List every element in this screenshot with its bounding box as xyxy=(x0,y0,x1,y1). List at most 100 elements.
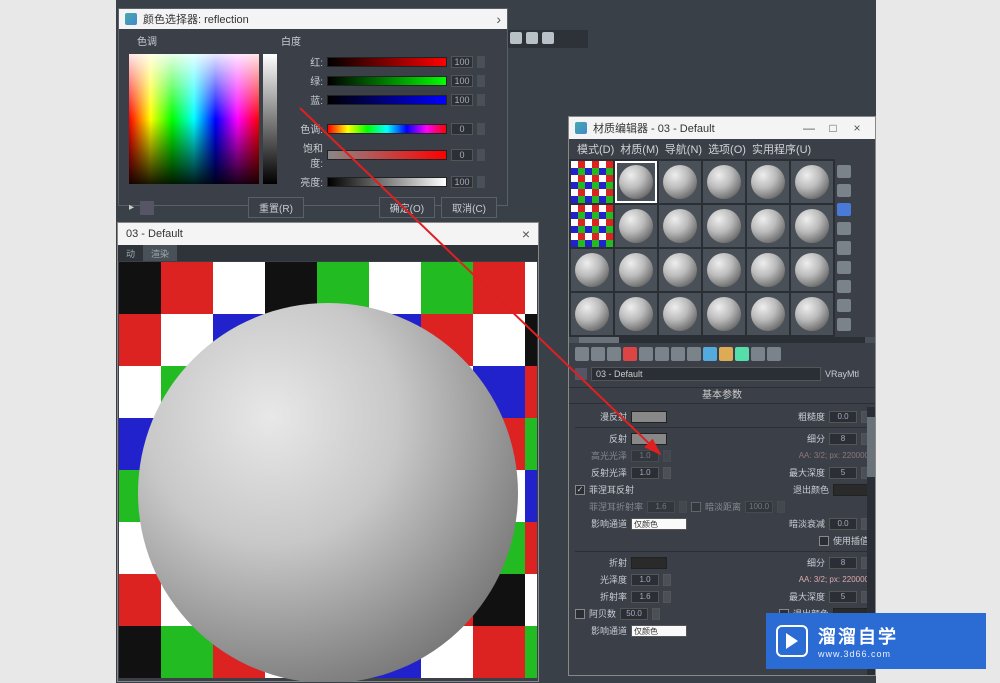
get-material-icon[interactable] xyxy=(575,347,589,361)
rglossy2-spinner[interactable] xyxy=(663,574,671,586)
material-slot[interactable] xyxy=(571,293,613,335)
material-slot-selected[interactable] xyxy=(615,161,657,203)
material-slot[interactable] xyxy=(659,249,701,291)
close-icon[interactable]: × xyxy=(522,226,530,242)
toolbar-icon[interactable] xyxy=(542,32,554,44)
red-spinner[interactable] xyxy=(477,56,485,68)
sat-value[interactable]: 0 xyxy=(451,149,473,161)
exitcolor-swatch[interactable] xyxy=(833,484,869,496)
options-icon[interactable] xyxy=(837,280,851,293)
material-slot[interactable] xyxy=(703,205,745,247)
reset-button[interactable]: 重置(R) xyxy=(248,197,304,218)
subdiv-value[interactable]: 8 xyxy=(829,433,857,445)
rglossy-value[interactable]: 1.0 xyxy=(631,467,659,479)
whiteness-slider[interactable] xyxy=(263,54,277,184)
useinterp-checkbox[interactable] xyxy=(819,536,829,546)
show-in-viewport-icon[interactable] xyxy=(703,347,717,361)
material-slot[interactable] xyxy=(659,205,701,247)
put-to-scene-icon[interactable] xyxy=(591,347,605,361)
make-unique-icon[interactable] xyxy=(655,347,669,361)
val-value[interactable]: 100 xyxy=(451,176,473,188)
maxdepth-value[interactable]: 5 xyxy=(829,467,857,479)
material-editor-titlebar[interactable]: 材质编辑器 - 03 - Default — □ × xyxy=(569,117,875,139)
hilight-value[interactable]: 1.0 xyxy=(631,450,659,462)
fior-spinner[interactable] xyxy=(679,501,687,513)
material-slot[interactable] xyxy=(703,249,745,291)
assign-icon[interactable] xyxy=(607,347,621,361)
rglossy-spinner[interactable] xyxy=(663,467,671,479)
material-slot[interactable] xyxy=(703,293,745,335)
dimdist-checkbox[interactable] xyxy=(691,502,701,512)
menu-options[interactable]: 选项(O) xyxy=(706,141,748,157)
abbe-checkbox[interactable] xyxy=(575,609,585,619)
green-value[interactable]: 100 xyxy=(451,75,473,87)
show-end-icon[interactable] xyxy=(719,347,733,361)
refract-swatch[interactable] xyxy=(631,557,667,569)
blue-value[interactable]: 100 xyxy=(451,94,473,106)
backlight-icon[interactable] xyxy=(837,184,851,197)
arrow-down-icon[interactable]: ▸ xyxy=(129,202,134,213)
reflect-swatch[interactable] xyxy=(631,433,667,445)
material-slot[interactable] xyxy=(659,293,701,335)
go-forward-icon[interactable] xyxy=(751,347,765,361)
rsubdiv-value[interactable]: 8 xyxy=(829,557,857,569)
hue-spinner[interactable] xyxy=(477,123,485,135)
preview-tab[interactable]: 渲染 xyxy=(143,245,177,261)
slots-hscrollbar[interactable] xyxy=(569,337,875,343)
material-type[interactable]: VRayMtl xyxy=(825,369,869,379)
material-id-icon[interactable] xyxy=(687,347,701,361)
material-slot[interactable] xyxy=(659,161,701,203)
preview-icon[interactable] xyxy=(837,261,851,274)
dimfall-value[interactable]: 0.0 xyxy=(829,518,857,530)
material-slot[interactable] xyxy=(791,205,833,247)
green-spinner[interactable] xyxy=(477,75,485,87)
minimize-icon[interactable]: — xyxy=(797,121,821,135)
material-slot[interactable] xyxy=(747,205,789,247)
material-slot[interactable] xyxy=(747,249,789,291)
close-icon[interactable]: › xyxy=(496,11,501,27)
ok-button[interactable]: 确定(O) xyxy=(379,197,435,218)
menu-navigate[interactable]: 导航(N) xyxy=(663,141,704,157)
raffect-select[interactable]: 仅颜色 xyxy=(631,625,687,637)
abbe-spinner[interactable] xyxy=(652,608,660,620)
material-slot[interactable] xyxy=(615,293,657,335)
material-slot[interactable] xyxy=(615,205,657,247)
material-slot[interactable] xyxy=(747,161,789,203)
maximize-icon[interactable]: □ xyxy=(821,121,845,135)
toolbar-icon[interactable] xyxy=(526,32,538,44)
roughness-value[interactable]: 0.0 xyxy=(829,411,857,423)
background-icon[interactable] xyxy=(837,203,851,216)
material-slot[interactable] xyxy=(571,161,613,203)
put-to-library-icon[interactable] xyxy=(671,347,685,361)
dimdist-value[interactable]: 100.0 xyxy=(745,501,773,513)
diffuse-swatch[interactable] xyxy=(631,411,667,423)
rollout-basic-header[interactable]: 基本参数 xyxy=(569,388,875,404)
hilight-spinner[interactable] xyxy=(663,450,671,462)
blue-spinner[interactable] xyxy=(477,94,485,106)
menu-material[interactable]: 材质(M) xyxy=(618,141,661,157)
color-picker-titlebar[interactable]: 颜色选择器: reflection › xyxy=(119,9,507,29)
sat-spinner[interactable] xyxy=(477,149,485,161)
sample-uv-icon[interactable] xyxy=(837,222,851,235)
rmaxdepth-value[interactable]: 5 xyxy=(829,591,857,603)
val-slider[interactable] xyxy=(327,177,447,187)
video-check-icon[interactable] xyxy=(837,241,851,254)
material-slot[interactable] xyxy=(703,161,745,203)
hue-slider[interactable] xyxy=(327,124,447,134)
material-slot[interactable] xyxy=(571,205,613,247)
hue-value[interactable]: 0 xyxy=(451,123,473,135)
delete-icon[interactable] xyxy=(623,347,637,361)
cancel-button[interactable]: 取消(C) xyxy=(441,197,497,218)
val-spinner[interactable] xyxy=(477,176,485,188)
pick-icon[interactable] xyxy=(767,347,781,361)
affect-select[interactable]: 仅颜色 xyxy=(631,518,687,530)
abbe-value[interactable]: 50.0 xyxy=(620,608,648,620)
fior-value[interactable]: 1.6 xyxy=(647,501,675,513)
green-slider[interactable] xyxy=(327,76,447,86)
toolbar-icon[interactable] xyxy=(510,32,522,44)
color-gradient-picker[interactable] xyxy=(129,54,259,184)
fresnel-checkbox[interactable] xyxy=(575,485,585,495)
material-name-input[interactable] xyxy=(591,367,821,381)
red-slider[interactable] xyxy=(327,57,447,67)
menu-mode[interactable]: 模式(D) xyxy=(575,141,616,157)
